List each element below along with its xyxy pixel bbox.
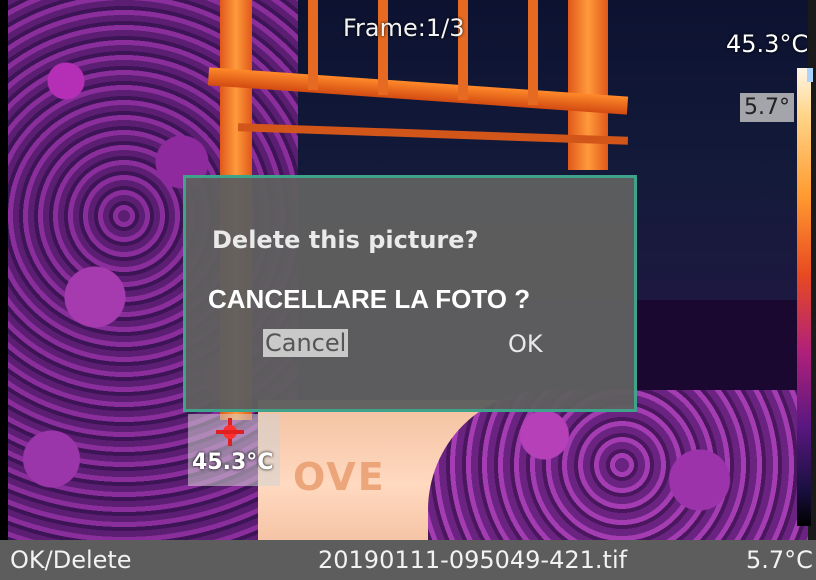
action-hint: OK/Delete xyxy=(10,546,132,574)
min-temp-label: 5.7° xyxy=(740,93,794,122)
dialog-caption: CANCELLARE LA FOTO ? xyxy=(208,284,531,314)
cancel-button[interactable]: Cancel xyxy=(263,329,349,357)
max-temp-label: 45.3°C xyxy=(726,30,809,58)
ground-sign-text: OVE xyxy=(293,455,386,499)
frame-counter: Frame:1/3 xyxy=(343,14,465,42)
colorbar-marker xyxy=(807,68,813,82)
crosshair-icon xyxy=(216,418,244,446)
ok-button[interactable]: OK xyxy=(508,330,543,358)
min-temp-status: 5.7°C xyxy=(746,546,813,574)
foliage-right xyxy=(428,390,816,540)
delete-confirm-dialog: Delete this picture? CANCELLARE LA FOTO … xyxy=(183,175,637,412)
hot-pillar-right xyxy=(568,0,608,170)
temperature-colorbar xyxy=(797,68,811,526)
spot-temp-label: 45.3°C xyxy=(192,450,274,475)
filename-label: 20190111-095049-421.tif xyxy=(318,546,628,574)
railing-post xyxy=(308,0,318,90)
railing-post xyxy=(528,0,538,105)
status-bar: OK/Delete 20190111-095049-421.tif 5.7°C xyxy=(0,540,816,580)
dialog-title: Delete this picture? xyxy=(212,226,479,254)
